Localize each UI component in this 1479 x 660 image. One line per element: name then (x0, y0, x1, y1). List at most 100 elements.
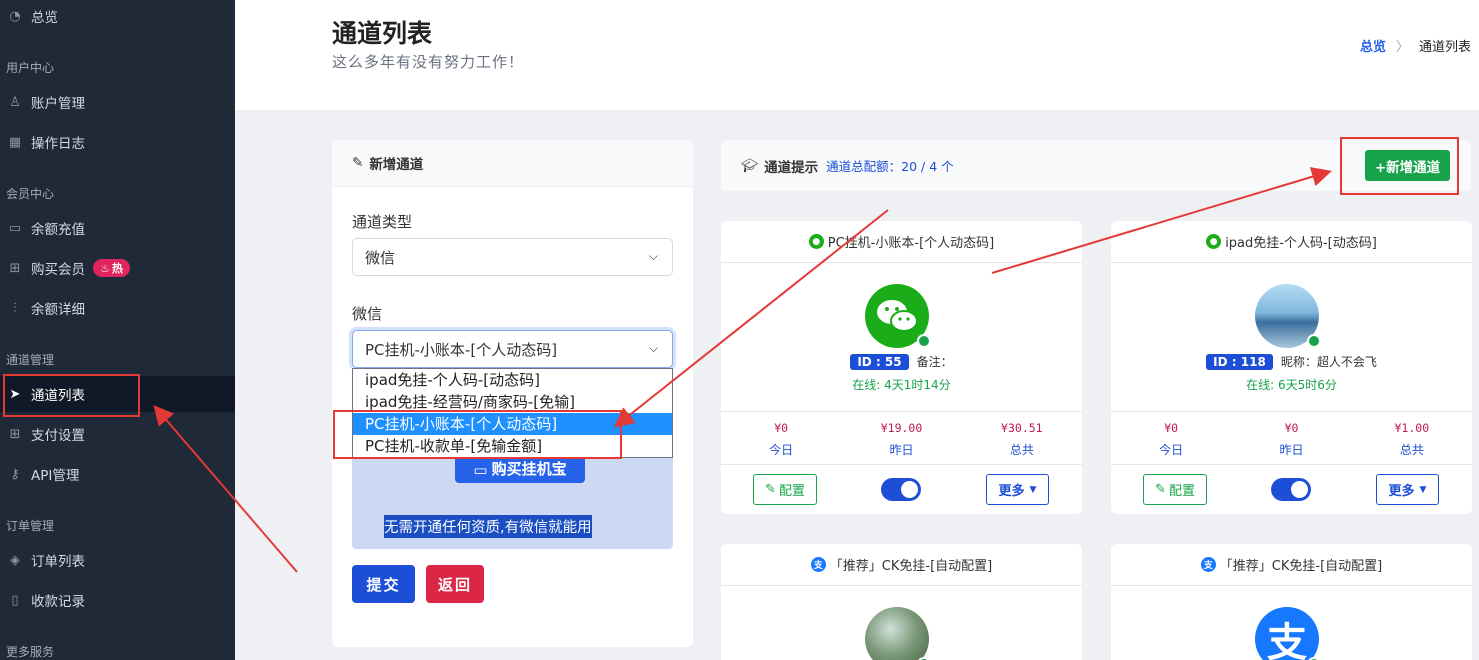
channel-card: 支 「推荐」CK免挂-[自动配置] (721, 544, 1082, 660)
online-duration: 在线: 6天5时6分 (1246, 378, 1337, 392)
channel-id-badge: ID : 55 (850, 353, 909, 370)
sidebar-item-label: 收款记录 (31, 594, 85, 610)
stat-total: ¥30.51 总共 (962, 412, 1082, 464)
channel-card: ● PC挂机-小账本-[个人动态码] ID : 55 备注： 在线: 4天1时1… (721, 221, 1082, 514)
annotation-box-sidebar (3, 374, 140, 417)
config-button[interactable]: ✎ 配置 (1143, 474, 1207, 505)
more-button-label: 更多 (1388, 484, 1415, 499)
annotation-box-option (333, 410, 622, 459)
hot-badge-label: 热 (111, 262, 123, 275)
sidebar-item-api[interactable]: ⚷ API管理 (0, 456, 235, 492)
stat-value: ¥0 (774, 421, 789, 435)
channel-card-header: ● PC挂机-小账本-[个人动态码] (721, 221, 1082, 263)
breadcrumb-home[interactable]: 总览 (1360, 36, 1386, 55)
channel-card: 支 「推荐」CK免挂-[自动配置] 支 (1111, 544, 1472, 660)
more-button[interactable]: 更多 ▼ (1376, 474, 1439, 505)
sidebar-item-buy-member[interactable]: ⊞ 购买会员 ♨ 热 (0, 250, 235, 286)
more-button[interactable]: 更多 ▼ (986, 474, 1049, 505)
channel-card: ● ipad免挂-个人码-[动态码] ID : 118 昵称：超人不会飞 在线:… (1111, 221, 1472, 514)
stat-label: 今日 (1159, 443, 1184, 457)
channel-sub-value: PC挂机-小账本-[个人动态码] (365, 340, 558, 359)
caret-down-icon: ▼ (1029, 484, 1037, 495)
channel-type-select[interactable]: 微信 ⌵ (352, 238, 673, 276)
sidebar-group-more-services: 更多服务 (6, 645, 55, 659)
stat-label: 总共 (1009, 443, 1034, 457)
stat-label: 今日 (769, 443, 794, 457)
folder-icon: ▭ (8, 220, 22, 236)
buy-host-button-label: 购买挂机宝 (491, 460, 567, 478)
channel-toggle[interactable] (1271, 478, 1311, 501)
sidebar-item-label: 操作日志 (31, 136, 85, 152)
dashboard-icon: ◔ (9, 8, 21, 24)
stat-value: ¥19.00 (880, 421, 923, 435)
stat-value: ¥1.00 (1394, 421, 1430, 435)
submit-button[interactable]: 提交 (352, 565, 415, 603)
wechat-icon: ● (808, 234, 824, 249)
layers-icon: ◈ (10, 552, 20, 568)
online-status-dot (1307, 334, 1321, 348)
sidebar-group-order-mgmt: 订单管理 (6, 519, 55, 533)
add-channel-card-header: ✎ 新增通道 (332, 140, 693, 187)
channel-type-label: 通道类型 (352, 213, 413, 231)
sidebar-item-balance-detail[interactable]: ⫶ 余额详细 (0, 290, 235, 326)
channel-stats: ¥0 今日 ¥0 昨日 ¥1.00 总共 (1111, 411, 1472, 465)
wechat-icon: ● (1206, 234, 1222, 249)
stat-yesterday: ¥19.00 昨日 (841, 412, 961, 464)
sidebar-item-oplog[interactable]: ▦ 操作日志 (0, 124, 235, 160)
sidebar-item-label: 购买会员 (31, 262, 85, 278)
channel-card-header: 支 「推荐」CK免挂-[自动配置] (721, 544, 1082, 586)
channel-note: 备注： (916, 355, 953, 369)
gift-icon: ⊞ (9, 260, 21, 276)
sidebar-group-member-center: 会员中心 (6, 187, 55, 201)
info-box: ▭ 购买挂机宝 无需开通任何资质,有微信就能用 (352, 446, 673, 549)
sidebar-item-label: 订单列表 (31, 554, 85, 570)
grid-icon: ⊞ (9, 426, 21, 442)
sidebar-item-label: 账户管理 (31, 96, 85, 112)
channel-id-badge: ID : 118 (1206, 353, 1273, 370)
channel-card-title: 「推荐」CK免挂-[自动配置] (1219, 559, 1383, 574)
sidebar-group-user-center: 用户中心 (6, 61, 55, 75)
channel-id-row: ID : 55 备注： (721, 353, 1082, 370)
add-channel-card: ✎ 新增通道 通道类型 微信 ⌵ 微信 PC挂机-小账本-[个人动态码] ⌵ ▭… (332, 140, 693, 647)
config-button-label: 配置 (778, 484, 805, 499)
stat-yesterday: ¥0 昨日 (1231, 412, 1351, 464)
channel-card-title: ipad免挂-个人码-[动态码] (1225, 236, 1377, 251)
key-icon: ⚷ (10, 466, 20, 482)
channel-card-header: ● ipad免挂-个人码-[动态码] (1111, 221, 1472, 263)
book-icon: ▯ (11, 592, 19, 608)
sidebar-item-receipts[interactable]: ▯ 收款记录 (0, 582, 235, 618)
back-button[interactable]: 返回 (426, 565, 484, 603)
online-duration: 在线: 4天1时14分 (852, 378, 951, 392)
sidebar-item-payment-settings[interactable]: ⊞ 支付设置 (0, 416, 235, 452)
sidebar-item-recharge[interactable]: ▭ 余额充值 (0, 210, 235, 246)
channel-toggle[interactable] (881, 478, 921, 501)
stat-today: ¥0 今日 (721, 412, 841, 464)
dropdown-option[interactable]: ipad免挂-个人码-[动态码] (353, 369, 672, 391)
alipay-avatar: 支 (1255, 607, 1321, 660)
sidebar-item-dashboard[interactable]: ◔ 总览 (0, 0, 235, 34)
sidebar-item-order-list[interactable]: ◈ 订单列表 (0, 542, 235, 578)
calendar-icon: ▦ (8, 134, 22, 150)
channel-sub-select[interactable]: PC挂机-小账本-[个人动态码] ⌵ (352, 330, 673, 368)
caret-down-icon: ▼ (1419, 484, 1427, 495)
stat-label: 昨日 (1279, 443, 1304, 457)
sidebar-item-label: 余额充值 (31, 222, 85, 238)
sidebar-item-label: API管理 (31, 468, 80, 484)
chevron-right-icon: 〉 (1395, 40, 1409, 55)
chevron-down-icon: ⌵ (648, 341, 658, 355)
channel-nickname: 昵称：超人不会飞 (1280, 355, 1377, 369)
alipay-logo-icon: 支 (1267, 620, 1307, 660)
stat-value: ¥0 (1164, 421, 1179, 435)
hot-badge: ♨ 热 (93, 259, 130, 277)
page-header: 通道列表 这么多年有没有努力工作！ 总览 〉 通道列表 (235, 0, 1479, 110)
sidebar-item-account[interactable]: ♙ 账户管理 (0, 84, 235, 120)
config-button[interactable]: ✎ 配置 (753, 474, 817, 505)
user-icon: ♙ (9, 94, 21, 110)
user-avatar (865, 607, 931, 660)
stat-value: ¥30.51 (1001, 421, 1043, 435)
alipay-icon: 支 (1200, 557, 1216, 572)
page-title: 通道列表 (332, 19, 433, 48)
config-button-label: 配置 (1168, 484, 1195, 499)
channel-card-header: 支 「推荐」CK免挂-[自动配置] (1111, 544, 1472, 586)
sidebar-item-label: 余额详细 (31, 302, 85, 318)
